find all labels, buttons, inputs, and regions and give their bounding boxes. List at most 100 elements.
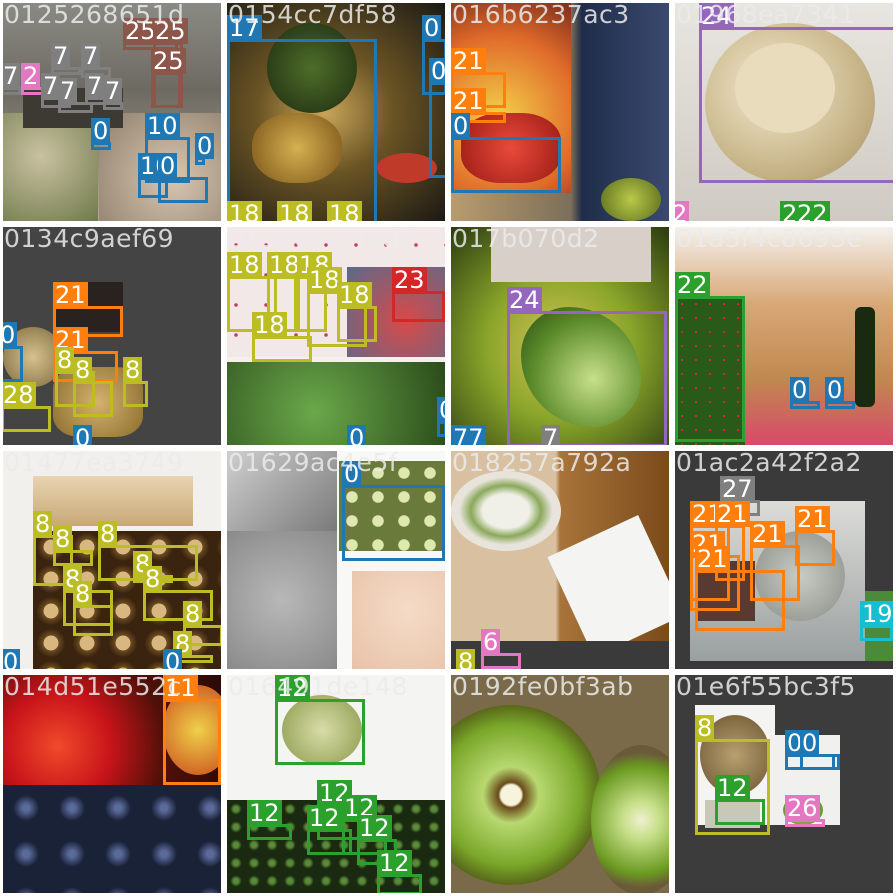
class-label: 27 [720, 475, 755, 503]
tile-filename: 01629ac4e5f [228, 451, 399, 477]
tile-filename: 01a5f4c8693e [676, 227, 863, 253]
class-label: 0 [429, 58, 445, 84]
bounding-box [163, 699, 221, 785]
class-label: 0 [158, 152, 178, 180]
bounding-box [675, 296, 745, 442]
bounding-box [795, 530, 835, 566]
bounding-box [307, 829, 352, 855]
mosaic-tile: 8 8 8 8 8 8 8 8 8 0 0 01477ea3749 [3, 451, 221, 669]
class-label: 7 [58, 77, 78, 105]
bounding-box [507, 311, 667, 445]
bounding-box [73, 605, 113, 636]
bounding-box [123, 381, 148, 407]
tile-filename: 0125268651d [4, 3, 185, 29]
class-label: 8 [33, 510, 53, 538]
mosaic-tile: 12 12 12 12 12 12 12 016491de148 [227, 675, 445, 893]
class-label: 0 [451, 112, 471, 140]
mosaic-tile: 17 0 0 18 18 18 0154cc7df58 [227, 3, 445, 221]
mosaic-tile: 11 014d51e552c [3, 675, 221, 893]
class-label: 0 [825, 376, 845, 404]
class-label: 8 [73, 580, 93, 608]
class-label: 7 [541, 425, 561, 445]
class-label: 8 [456, 649, 476, 669]
tile-filename: 016b6237ac3 [452, 3, 630, 29]
class-label: 0 [163, 649, 183, 669]
bounding-box [337, 306, 377, 342]
mosaic-tile: 21 21 0 016b6237ac3 [451, 3, 669, 221]
bounding-box [342, 485, 445, 561]
bounding-box [429, 82, 445, 178]
class-label: 22 [675, 271, 710, 299]
bounding-box [252, 336, 312, 362]
tile-filename: 017b070d2 [452, 227, 600, 253]
class-label: 18 [227, 251, 262, 279]
class-label: 8 [183, 600, 203, 628]
mosaic-tile: 0192fe0bf3ab [451, 675, 669, 893]
class-label: 21 [451, 87, 486, 115]
class-label: 18 [277, 201, 312, 221]
class-label: 7 [103, 77, 123, 105]
class-label: 7 [51, 42, 71, 70]
class-label: 26 [785, 794, 820, 822]
class-label: 0 [800, 729, 820, 757]
tile-photo [451, 675, 669, 893]
class-label: 21 [695, 545, 730, 573]
tile-filename: 01968ea7341 [676, 3, 856, 29]
class-label: 0 [790, 376, 810, 404]
mosaic-tile: 8 0 0 12 26 01e6f55bc3f5 [675, 675, 893, 893]
class-label: 28 [3, 381, 36, 409]
class-label: 0 [437, 397, 445, 423]
bounding-box [151, 72, 181, 108]
class-label: 7 [81, 42, 101, 70]
mosaic-tile: 0 01629ac4e5f [227, 451, 445, 669]
class-label: 0 [347, 425, 367, 445]
class-label: 12 [357, 814, 392, 842]
class-label: 0 [3, 322, 18, 348]
bounding-box [275, 699, 365, 765]
class-label: 6 [481, 628, 501, 656]
class-label: 21 [795, 505, 830, 533]
class-label: 21 [451, 47, 486, 75]
bounding-box [3, 406, 51, 432]
class-label: 8 [123, 356, 143, 384]
class-label: 12 [247, 799, 282, 827]
class-label: 77 [451, 425, 486, 445]
bounding-box [73, 381, 113, 417]
mosaic-tile: 242222201968ea7341 [675, 3, 893, 221]
class-label: 8 [73, 356, 93, 384]
class-label: 8 [55, 346, 75, 374]
mosaic-tile: 25 25 25 7 7 2 7 7 7 7 7 0 10 0 10 0 0125268651d [3, 3, 221, 221]
class-label: 18 [337, 281, 372, 309]
bounding-box [451, 137, 561, 193]
class-label: 23 [392, 266, 427, 294]
class-label: 18 [252, 311, 287, 339]
class-label: 19 [860, 600, 893, 628]
tile-filename: 0134c9aef69 [4, 227, 175, 253]
mosaic-tile: 181818181823180001576c72fddd [227, 227, 445, 445]
class-label: 21 [715, 500, 750, 528]
bounding-box [699, 27, 893, 183]
mosaic-tile: 24 77 7 017b070d2 [451, 227, 669, 445]
class-label: 8 [98, 520, 118, 548]
class-label: 25 [151, 47, 186, 75]
tile-filename: 01ac2a42f2a2 [676, 451, 862, 477]
bounding-box [143, 590, 213, 621]
bounding-box [392, 291, 445, 322]
class-label: 21 [53, 281, 88, 309]
tile-filename: 0192fe0bf3ab [452, 675, 634, 701]
class-label: 12 [307, 804, 342, 832]
tile-filename: 01477ea3749 [4, 451, 184, 477]
class-label: 12 [377, 849, 412, 877]
bounding-box [3, 346, 23, 382]
mosaic-tile: 6 8 018257a792a [451, 451, 669, 669]
class-label: 7 [85, 72, 105, 100]
tile-filename: 016491de148 [228, 675, 408, 701]
class-label: 0 [3, 649, 21, 669]
tile-filename: 01e6f55bc3f5 [676, 675, 856, 701]
tile-filename: 0154cc7df58 [228, 3, 398, 29]
mosaic-grid: 25 25 25 7 7 2 7 7 7 7 7 0 10 0 10 0 0125268651d 17 0 0 18 1… [0, 0, 896, 896]
class-label: 7 [3, 62, 21, 90]
class-label: 0 [73, 425, 93, 445]
class-label: 21 [750, 520, 785, 548]
bounding-box [158, 177, 208, 203]
